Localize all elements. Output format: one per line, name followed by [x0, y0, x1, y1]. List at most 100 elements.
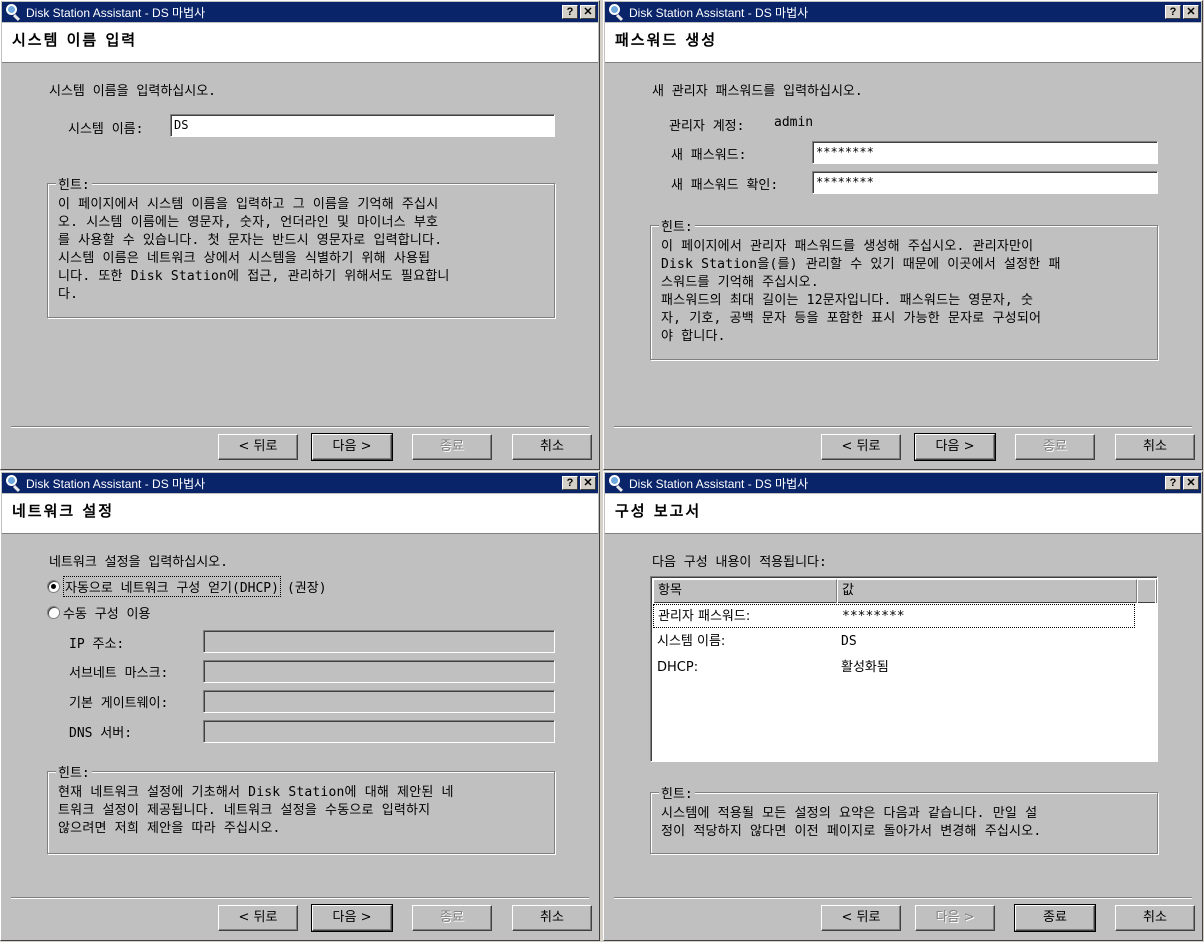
column-header-value[interactable]: 값: [837, 579, 1137, 603]
page-content: 시스템 이름을 입력하십시오. 시스템 이름: DS 힌트: 이 페이지에서 시…: [1, 63, 599, 469]
close-icon[interactable]: ✕: [1183, 476, 1199, 490]
hint-text: 현재 네트워크 설정에 기초해서 Disk Station에 대해 제안된 네 …: [58, 785, 454, 836]
cancel-button[interactable]: 취소: [1115, 434, 1195, 460]
window-title: Disk Station Assistant - DS 마법사: [26, 476, 206, 491]
back-button[interactable]: < 뒤로: [821, 905, 901, 931]
finish-button[interactable]: 종료: [412, 434, 492, 460]
list-item[interactable]: 시스템 이름: DS: [653, 630, 1155, 654]
page-header: 구성 보고서: [605, 494, 1201, 534]
page-header: 시스템 이름 입력: [2, 23, 598, 63]
button-separator: [11, 897, 589, 899]
list-item[interactable]: DHCP: 활성화됨: [653, 656, 1155, 680]
list-item-value: 활성화됨: [841, 660, 889, 675]
dns-server-input[interactable]: [203, 720, 555, 743]
window-title: Disk Station Assistant - DS 마법사: [26, 5, 206, 20]
dhcp-recommend-text: (권장): [286, 581, 327, 596]
back-button[interactable]: < 뒤로: [821, 434, 901, 460]
wizard-window-system-name: Disk Station Assistant - DS 마법사 ? ✕ 시스템 …: [0, 0, 600, 470]
subnet-mask-input[interactable]: [203, 660, 555, 683]
page-title: 패스워드 생성: [615, 31, 718, 49]
help-icon[interactable]: ?: [562, 5, 578, 19]
system-name-input[interactable]: DS: [170, 114, 555, 137]
page-header: 패스워드 생성: [605, 23, 1201, 63]
title-bar[interactable]: Disk Station Assistant - DS 마법사 ? ✕: [605, 2, 1201, 22]
page-header: 네트워크 설정: [2, 494, 598, 534]
dns-server-label: DNS 서버:: [69, 726, 133, 741]
system-name-label: 시스템 이름:: [68, 122, 144, 137]
gateway-input[interactable]: [203, 690, 555, 713]
admin-account-label: 관리자 계정:: [669, 119, 745, 134]
close-icon[interactable]: ✕: [580, 5, 596, 19]
list-item[interactable]: 관리자 패스워드: ********: [653, 604, 1135, 628]
hint-box: 힌트: 이 페이지에서 관리자 패스워드를 생성해 주십시오. 관리자만이 Di…: [650, 216, 1158, 360]
instruction-text: 다음 구성 내용이 적용됩니다:: [652, 555, 827, 570]
ip-address-input[interactable]: [203, 630, 555, 653]
instruction-text: 시스템 이름을 입력하십시오.: [49, 84, 217, 99]
hint-box: 힌트: 현재 네트워크 설정에 기초해서 Disk Station에 대해 제안…: [47, 762, 555, 854]
close-icon[interactable]: ✕: [1183, 5, 1199, 19]
next-button[interactable]: 다음 >: [915, 905, 995, 931]
instruction-text: 새 관리자 패스워드를 입력하십시오.: [652, 84, 863, 99]
wizard-window-network: Disk Station Assistant - DS 마법사 ? ✕ 네트워크…: [0, 471, 600, 941]
hint-legend: 힌트:: [659, 783, 695, 802]
next-button[interactable]: 다음 >: [311, 433, 393, 461]
manual-option-label[interactable]: 수동 구성 이용: [63, 603, 150, 622]
cancel-button[interactable]: 취소: [512, 434, 592, 460]
column-header-item[interactable]: 항목: [653, 579, 837, 603]
button-separator: [614, 426, 1192, 428]
page-content: 새 관리자 패스워드를 입력하십시오. 관리자 계정: admin 새 패스워드…: [604, 63, 1202, 469]
help-icon[interactable]: ?: [1165, 5, 1181, 19]
next-button[interactable]: 다음 >: [914, 433, 996, 461]
manual-radio[interactable]: [47, 606, 60, 619]
wizard-window-password: Disk Station Assistant - DS 마법사 ? ✕ 패스워드…: [603, 0, 1203, 470]
finish-button[interactable]: 종료: [412, 905, 492, 931]
finish-button[interactable]: 종료: [1015, 434, 1095, 460]
new-password-label: 새 패스워드:: [671, 148, 747, 163]
hint-box: 힌트: 이 페이지에서 시스템 이름을 입력하고 그 이름을 기억해 주십시 오…: [47, 174, 555, 318]
list-header: 항목 값: [653, 579, 1157, 603]
page-content: 다음 구성 내용이 적용됩니다: 항목 값 관리자 패스워드: ********…: [604, 534, 1202, 940]
help-icon[interactable]: ?: [1165, 476, 1181, 490]
magnifier-icon: [5, 3, 23, 22]
hint-legend: 힌트:: [659, 216, 695, 235]
hint-text: 이 페이지에서 관리자 패스워드를 생성해 주십시오. 관리자만이 Disk S…: [661, 239, 1061, 344]
close-icon[interactable]: ✕: [580, 476, 596, 490]
next-button[interactable]: 다음 >: [311, 904, 393, 932]
title-bar[interactable]: Disk Station Assistant - DS 마법사 ? ✕: [605, 473, 1201, 493]
help-icon[interactable]: ?: [562, 476, 578, 490]
subnet-mask-label: 서브네트 마스크:: [69, 666, 169, 681]
button-separator: [614, 897, 1192, 899]
hint-text: 시스템에 적용될 모든 설정의 요약은 다음과 같습니다. 만일 설 정이 적당…: [661, 806, 1042, 839]
title-bar[interactable]: Disk Station Assistant - DS 마법사 ? ✕: [2, 2, 598, 22]
wizard-window-summary: Disk Station Assistant - DS 마법사 ? ✕ 구성 보…: [603, 471, 1203, 941]
cancel-button[interactable]: 취소: [1115, 905, 1195, 931]
ip-address-label: IP 주소:: [69, 637, 125, 652]
back-button[interactable]: < 뒤로: [218, 905, 298, 931]
cancel-button[interactable]: 취소: [512, 905, 592, 931]
magnifier-icon: [5, 474, 23, 493]
dhcp-option-label[interactable]: 자동으로 네트워크 구성 얻기(DHCP): [63, 576, 281, 597]
dhcp-radio-row[interactable]: 자동으로 네트워크 구성 얻기(DHCP) (권장): [47, 576, 327, 597]
magnifier-icon: [608, 474, 626, 493]
confirm-password-label: 새 패스워드 확인:: [671, 178, 779, 193]
instruction-text: 네트워크 설정을 입력하십시오.: [49, 555, 228, 570]
finish-button[interactable]: 종료: [1014, 904, 1096, 932]
new-password-input[interactable]: ********: [812, 141, 1158, 164]
gateway-label: 기본 게이트웨이:: [69, 696, 169, 711]
confirm-password-input[interactable]: ********: [812, 171, 1158, 194]
list-item-value: DS: [841, 634, 857, 649]
summary-list[interactable]: 항목 값 관리자 패스워드: ******** 시스템 이름: DS DHCP:…: [650, 576, 1158, 762]
hint-text: 이 페이지에서 시스템 이름을 입력하고 그 이름을 기억해 주십시 오. 시스…: [58, 197, 450, 302]
page-title: 시스템 이름 입력: [12, 31, 138, 49]
admin-account-value: admin: [774, 115, 814, 130]
button-separator: [11, 426, 589, 428]
manual-radio-row[interactable]: 수동 구성 이용: [47, 603, 150, 622]
window-title: Disk Station Assistant - DS 마법사: [629, 5, 809, 20]
back-button[interactable]: < 뒤로: [218, 434, 298, 460]
list-item-name: 시스템 이름:: [657, 634, 726, 649]
list-item-value: ********: [842, 609, 905, 624]
dhcp-radio[interactable]: [47, 580, 60, 593]
page-title: 구성 보고서: [615, 502, 702, 520]
column-header-filler: [1137, 579, 1157, 603]
title-bar[interactable]: Disk Station Assistant - DS 마법사 ? ✕: [2, 473, 598, 493]
